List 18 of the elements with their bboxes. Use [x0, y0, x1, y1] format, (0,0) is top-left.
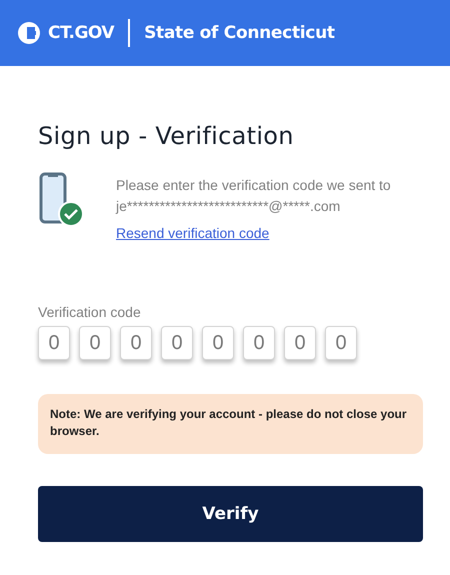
header-title: State of Connecticut [144, 23, 335, 43]
digit-field[interactable]: 0 [79, 326, 111, 360]
field-label: Verification code [38, 304, 142, 320]
logo-icon [18, 22, 40, 44]
digit-field[interactable]: 0 [120, 326, 152, 360]
digit-field[interactable]: 0 [325, 326, 357, 360]
note-text: Note: We are verifying your account - please do not close your browser. [38, 394, 423, 454]
digit-field[interactable]: 0 [38, 326, 70, 360]
masked-email: je**************************@*****.com [116, 197, 342, 216]
digit-field[interactable]: 0 [284, 326, 316, 360]
digit-field[interactable]: 0 [202, 326, 234, 360]
resend-link[interactable]: Resend verification code [116, 223, 391, 244]
page-title: Sign up - Verification [38, 122, 295, 150]
instruction-text: Please enter the verification code we sent to [116, 176, 391, 195]
digit-field[interactable]: 0 [161, 326, 193, 360]
logo-text: CT.GOV [48, 23, 114, 43]
digit-field[interactable]: 0 [243, 326, 275, 360]
verify-button[interactable]: Verify [38, 486, 423, 542]
